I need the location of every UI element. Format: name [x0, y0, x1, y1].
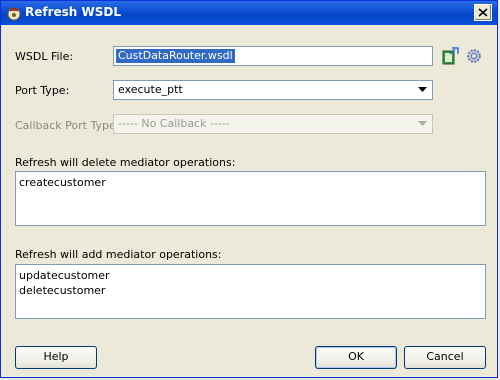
app-icon [6, 5, 22, 21]
wsdl-browse-icon [442, 47, 459, 65]
delete-ops-label: Refresh will delete mediator operations: [15, 156, 236, 169]
ok-button[interactable]: OK [315, 346, 397, 369]
list-item[interactable]: createcustomer [19, 176, 106, 189]
port-type-value: execute_ptt [118, 83, 183, 96]
add-ops-list[interactable]: updatecustomer deletecustomer [15, 264, 486, 319]
port-type-label: Port Type: [15, 84, 70, 97]
help-button[interactable]: Help [15, 346, 97, 369]
callback-port-type-select[interactable]: ----- No Callback ----- [113, 114, 433, 134]
callback-port-type-value: ----- No Callback ----- [118, 117, 230, 130]
settings-button[interactable] [465, 47, 483, 65]
chevron-down-icon [418, 87, 427, 92]
close-icon [478, 8, 488, 17]
list-item[interactable]: deletecustomer [19, 284, 105, 297]
callback-port-type-label: Callback Port Type: [15, 119, 120, 132]
add-ops-label: Refresh will add mediator operations: [15, 248, 222, 261]
chevron-down-icon [418, 121, 427, 126]
refresh-wsdl-dialog: Refresh WSDL WSDL File: CustDataRouter.w… [0, 0, 498, 378]
wsdl-file-field[interactable]: CustDataRouter.wsdl [113, 46, 433, 66]
gear-icon [467, 49, 481, 63]
close-button[interactable] [474, 4, 492, 21]
title-bar[interactable]: Refresh WSDL [1, 1, 497, 25]
port-type-select[interactable]: execute_ptt [113, 80, 433, 100]
wsdl-browse-button[interactable] [441, 47, 459, 65]
delete-ops-list[interactable]: createcustomer [15, 171, 486, 226]
cancel-button[interactable]: Cancel [404, 346, 486, 369]
wsdl-file-label: WSDL File: [15, 50, 74, 63]
list-item[interactable]: updatecustomer [19, 269, 110, 282]
wsdl-file-value: CustDataRouter.wsdl [116, 49, 235, 63]
window-title: Refresh WSDL [25, 5, 122, 19]
